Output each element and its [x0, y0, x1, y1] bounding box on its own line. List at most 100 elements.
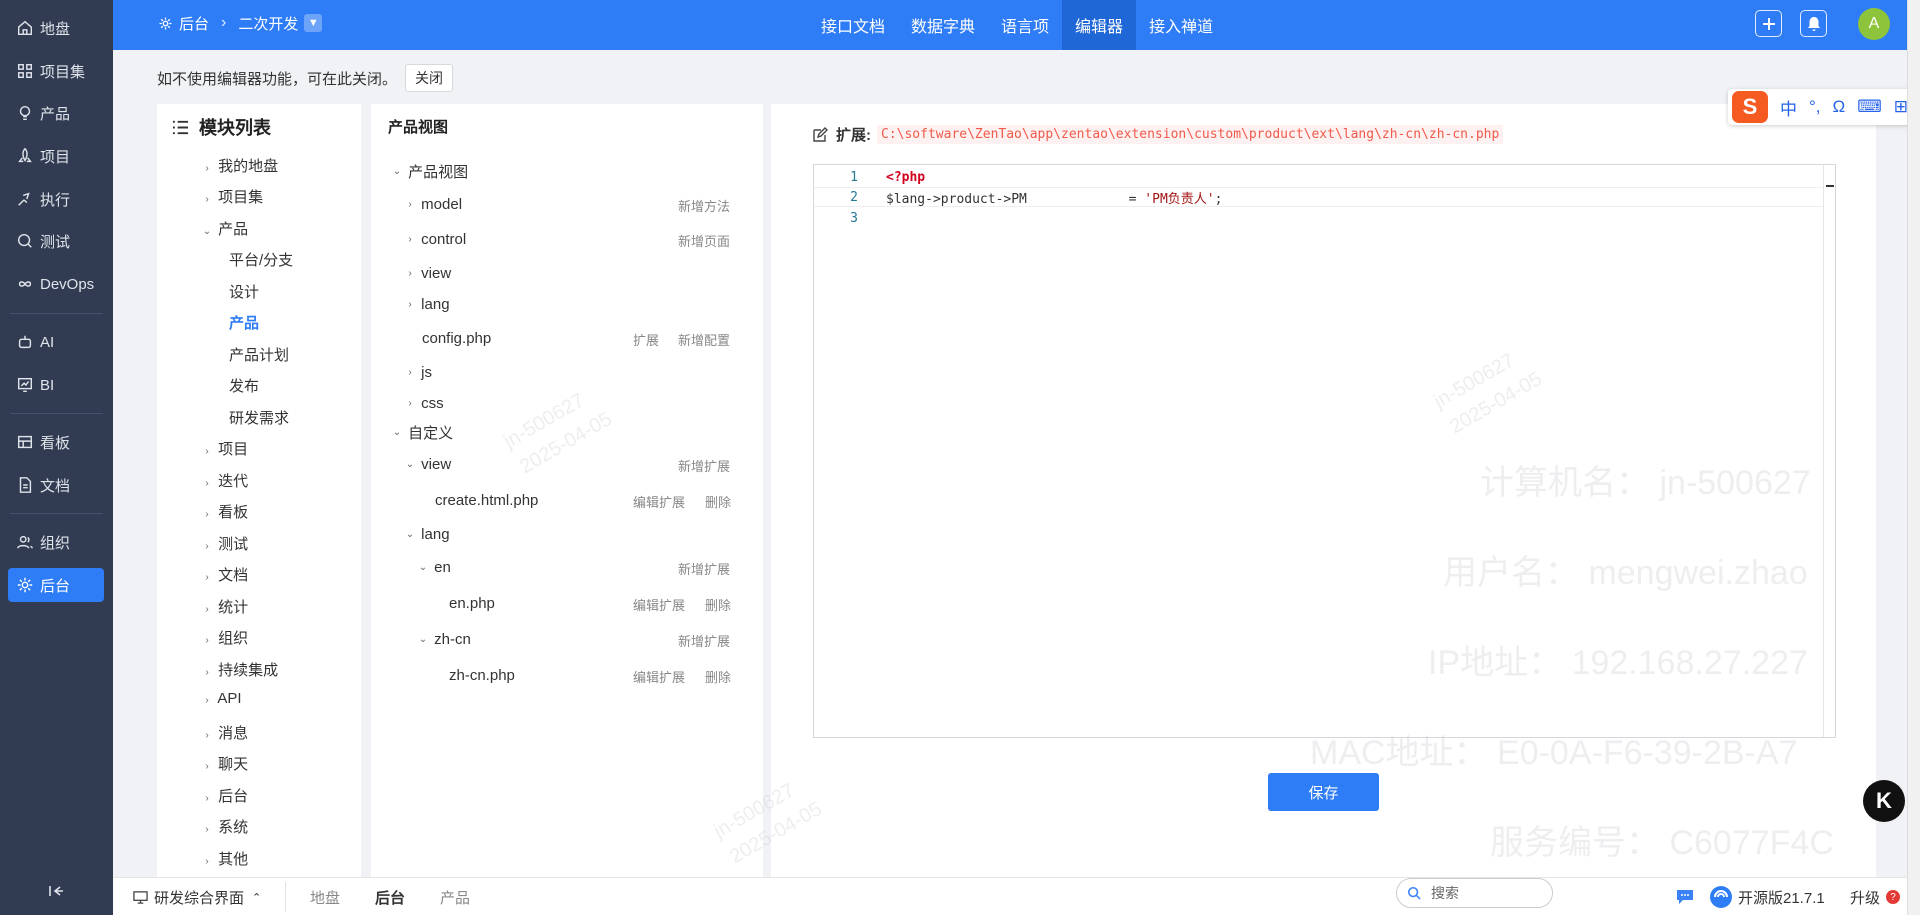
tree-node-lang[interactable]: › lang: [403, 293, 449, 315]
module-item[interactable]: › 后台: [200, 785, 248, 806]
chevron-right-icon: ›: [408, 233, 412, 245]
nav-item-qa[interactable]: 测试: [8, 224, 104, 258]
tree-node-zh-cn[interactable]: ⌄ zh-cn: [416, 628, 471, 650]
tree-node-en[interactable]: ⌄ en: [416, 556, 451, 578]
code-editor[interactable]: 1 <?php 2 $lang->product->PM = 'PM负责人'; …: [813, 164, 1836, 738]
tab-editor[interactable]: 编辑器: [1062, 0, 1137, 50]
module-item[interactable]: › 项目: [200, 438, 248, 459]
tree-node-model[interactable]: › model: [403, 193, 462, 215]
tab-integrate[interactable]: 接入禅道: [1136, 0, 1226, 50]
module-item[interactable]: › 消息: [200, 722, 248, 743]
module-item[interactable]: › 系统: [200, 816, 248, 837]
nav-item-org[interactable]: 组织: [8, 525, 104, 559]
footer-tab-dashboard[interactable]: 地盘: [310, 878, 340, 915]
nav-item-ai[interactable]: AI: [8, 325, 104, 359]
module-item[interactable]: › 组织: [200, 627, 248, 648]
module-subitem[interactable]: 发布: [229, 375, 259, 396]
delete-link[interactable]: 删除: [705, 667, 731, 686]
tab-language[interactable]: 语言项: [988, 0, 1062, 50]
chat-icon[interactable]: [1675, 878, 1695, 915]
module-item[interactable]: › 看板: [200, 501, 248, 522]
nav-item-dashboard[interactable]: 地盘: [8, 11, 104, 45]
upgrade-link[interactable]: 升级 ?: [1850, 878, 1901, 915]
tree-node-product-view[interactable]: ⌄ 产品视图: [390, 160, 468, 182]
ime-logo[interactable]: S: [1732, 91, 1768, 123]
tree-node-create-html[interactable]: create.html.php: [435, 489, 538, 511]
extend-link[interactable]: 扩展: [633, 330, 659, 349]
module-item[interactable]: › 统计: [200, 596, 248, 617]
module-item-product-expanded[interactable]: ⌄ 产品: [200, 218, 248, 239]
create-button[interactable]: [1755, 10, 1782, 37]
module-item[interactable]: › 迭代: [200, 470, 248, 491]
page-scrollbar[interactable]: [1907, 0, 1920, 915]
module-item[interactable]: › 测试: [200, 533, 248, 554]
k-assistant-icon[interactable]: K: [1863, 780, 1905, 822]
module-subitem[interactable]: 平台/分支: [229, 249, 293, 270]
nav-item-product[interactable]: 产品: [8, 96, 104, 130]
module-item[interactable]: › API: [200, 690, 241, 707]
footer-tab-product[interactable]: 产品: [440, 878, 470, 915]
edit-extension-link[interactable]: 编辑扩展: [633, 595, 685, 614]
save-button[interactable]: 保存: [1268, 773, 1379, 811]
module-item[interactable]: › 聊天: [200, 753, 248, 774]
tab-api-doc[interactable]: 接口文档: [808, 0, 898, 50]
tab-data-dict[interactable]: 数据字典: [898, 0, 988, 50]
nav-item-kanban[interactable]: 看板: [8, 425, 104, 459]
tree-node-view[interactable]: › view: [403, 262, 451, 284]
omega-icon[interactable]: Ω: [1833, 97, 1846, 117]
edit-extension-link[interactable]: 编辑扩展: [633, 667, 685, 686]
breadcrumb-dev[interactable]: 二次开发: [238, 13, 298, 34]
tree-node-custom-view[interactable]: ⌄ view: [403, 453, 451, 475]
module-subitem[interactable]: 产品计划: [229, 344, 289, 365]
notification-button[interactable]: [1800, 10, 1827, 37]
delete-link[interactable]: 删除: [705, 492, 731, 511]
nav-item-project[interactable]: 项目: [8, 139, 104, 173]
module-item[interactable]: › 项目集: [200, 186, 263, 207]
close-editor-button[interactable]: 关闭: [405, 64, 454, 92]
tree-node-js[interactable]: › js: [403, 361, 432, 383]
nav-item-doc[interactable]: 文档: [8, 468, 104, 502]
version-info[interactable]: 开源版21.7.1: [1709, 878, 1825, 915]
module-item[interactable]: › 文档: [200, 564, 248, 585]
nav-item-bi[interactable]: BI: [8, 368, 104, 402]
keyboard-icon[interactable]: ⌨: [1857, 97, 1882, 117]
punctuation-icon[interactable]: °,: [1809, 97, 1821, 117]
tree-node-zh-cn-php[interactable]: zh-cn.php: [449, 664, 515, 686]
nav-item-program[interactable]: 项目集: [8, 54, 104, 88]
breadcrumb-separator-icon: ›: [221, 14, 227, 31]
add-method-link[interactable]: 新增方法: [678, 196, 730, 215]
module-subitem[interactable]: 研发需求: [229, 407, 289, 428]
tree-node-en-php[interactable]: en.php: [449, 592, 495, 614]
tree-node-custom[interactable]: ⌄ 自定义: [390, 421, 453, 443]
ime-mode[interactable]: 中: [1780, 95, 1797, 120]
nav-item-execution[interactable]: 执行: [8, 182, 104, 216]
add-extension-link[interactable]: 新增扩展: [678, 559, 730, 578]
module-subitem[interactable]: 设计: [229, 281, 259, 302]
editor-scrollbar[interactable]: [1823, 165, 1835, 737]
delete-link[interactable]: 删除: [705, 595, 731, 614]
module-item[interactable]: › 其他: [200, 848, 248, 869]
add-extension-link[interactable]: 新增扩展: [678, 631, 730, 650]
module-item[interactable]: › 我的地盘: [200, 155, 278, 176]
footer-tab-admin[interactable]: 后台: [375, 878, 405, 915]
edit-extension-link[interactable]: 编辑扩展: [633, 492, 685, 511]
nav-item-devops[interactable]: DevOps: [8, 267, 104, 301]
breadcrumb-admin[interactable]: 后台: [179, 13, 209, 34]
add-config-link[interactable]: 新增配置: [678, 330, 730, 349]
module-subitem-active[interactable]: 产品: [229, 312, 259, 333]
global-search-input[interactable]: 搜索: [1396, 878, 1553, 908]
chevron-down-icon[interactable]: ▼: [304, 14, 323, 32]
add-page-link[interactable]: 新增页面: [678, 231, 730, 250]
add-extension-link[interactable]: 新增扩展: [678, 456, 730, 475]
tree-node-config[interactable]: config.php: [422, 327, 491, 349]
module-item[interactable]: › 持续集成: [200, 659, 278, 680]
nav-divider: [10, 413, 103, 414]
avatar[interactable]: A: [1858, 8, 1890, 40]
tree-node-css[interactable]: › css: [403, 392, 443, 414]
workspace-switcher[interactable]: 研发综合界面 ⌃: [133, 878, 261, 915]
nav-item-admin[interactable]: 后台: [8, 568, 104, 602]
collapse-nav-button[interactable]: [44, 879, 68, 903]
tree-node-control[interactable]: › control: [403, 228, 466, 250]
tree-node-custom-lang[interactable]: ⌄ lang: [403, 523, 450, 545]
toolbox-icon[interactable]: ⊞: [1894, 97, 1908, 117]
